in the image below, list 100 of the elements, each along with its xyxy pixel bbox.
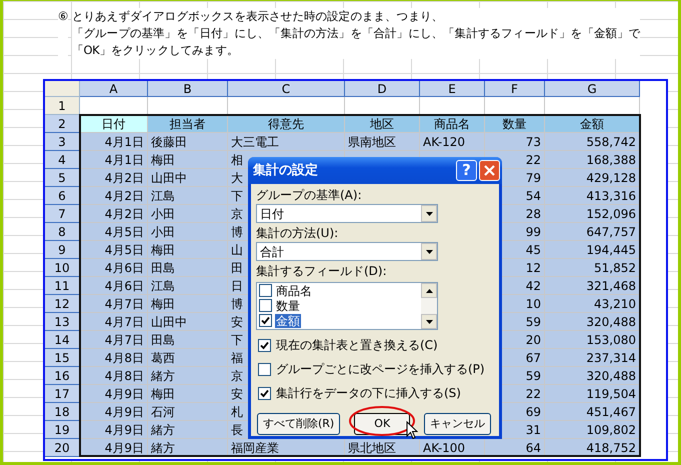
dropdown[interactable]: 日付 [256,204,438,223]
row-header[interactable]: 7 [45,205,80,223]
table-cell: 梅田 [148,241,228,259]
table-cell: 4月7日 [80,313,148,331]
dialog-button[interactable]: すべて削除(R) [257,413,340,436]
table-cell: 石河 [148,403,228,421]
checkbox[interactable] [259,299,272,312]
table-cell: 237,314 [545,349,640,367]
table-cell: 4月1日 [80,133,148,151]
column-header[interactable]: A [80,81,148,97]
table-cell: 田島 [148,259,228,277]
table-cell: 江島 [148,277,228,295]
checkbox[interactable] [258,362,271,376]
table-cell: 担当者 [148,115,228,133]
help-button[interactable]: ? [456,160,477,181]
checkmark-icon [261,316,270,325]
row-header[interactable]: 3 [45,133,80,151]
table-cell: 320,488 [545,367,640,385]
row-header[interactable]: 13 [45,313,80,331]
checkbox[interactable] [258,338,271,352]
mouse-cursor-icon [406,421,418,440]
field-label: 集計の方法(U): [256,225,340,242]
table-cell: 4月5日 [80,241,148,259]
table-cell: 県南地区 [345,133,420,151]
table-cell: 田島 [148,331,228,349]
column-header[interactable]: E [420,81,485,97]
table-cell: 4月8日 [80,367,148,385]
row-header[interactable]: 11 [45,277,80,295]
row-header[interactable]: 5 [45,169,80,187]
row-header[interactable]: 6 [45,187,80,205]
table-cell: 321,468 [545,277,640,295]
column-header[interactable]: B [148,81,228,97]
table-cell: 緒方 [148,421,228,439]
table-cell: 4月2日 [80,205,148,223]
checkmark-icon [260,388,269,398]
row-header[interactable]: 19 [45,421,80,439]
row-header[interactable]: 2 [45,115,80,133]
row-header[interactable]: 15 [45,349,80,367]
table-cell: 大三電工 [228,133,345,151]
table-cell: 梅田 [148,385,228,403]
dropdown[interactable]: 合計 [256,242,438,261]
table-cell: 4月1日 [80,151,148,169]
table-cell: 451,467 [545,403,640,421]
table-cell: 緒方 [148,367,228,385]
row-header[interactable]: 20 [45,439,80,457]
row-header[interactable]: 18 [45,403,80,421]
row-header[interactable]: 10 [45,259,80,277]
instruction-text: とりあえずダイアログボックスを表示させた時の設定のまま、つまり、 [72,8,640,25]
column-header[interactable]: F [485,81,545,97]
table-cell: 43,210 [545,295,640,313]
row-header[interactable]: 8 [45,223,80,241]
table-cell: 73 [485,133,545,151]
table-cell: 江島 [148,187,228,205]
field-list[interactable]: 商品名 数量 金額 [256,282,438,330]
checkmark-icon [260,340,269,350]
table-cell: 梅田 [148,151,228,169]
column-header[interactable]: C [228,81,345,97]
checkbox[interactable] [258,386,271,400]
table-cell: AK-120 [420,133,485,151]
table-cell: 320,488 [545,313,640,331]
table-cell: 得意先 [228,115,345,133]
row-header[interactable]: 12 [45,295,80,313]
table-cell: 後藤田 [148,133,228,151]
checkbox[interactable] [259,314,272,327]
table-cell: 4月2日 [80,187,148,205]
scrollbar[interactable] [421,283,437,329]
column-header[interactable]: D [345,81,420,97]
instruction-text: 「グループの基準」を「日付」にし、「集計の方法」を「合計」にし、「集計するフィールド」を「金額」で [72,25,640,42]
close-button[interactable] [479,160,500,181]
row-header[interactable]: 9 [45,241,80,259]
instruction-text: 「OK」をクリックしてみます。 [72,42,640,59]
row-header[interactable]: 1 [45,97,80,115]
row-header[interactable]: 14 [45,331,80,349]
table-cell: 山田中 [148,169,228,187]
table-cell: 4月5日 [80,223,148,241]
row-header[interactable]: 16 [45,367,80,385]
table-cell: 小田 [148,223,228,241]
table-cell: 109,802 [545,421,640,439]
table-cell: 153,080 [545,331,640,349]
row-header[interactable]: 17 [45,385,80,403]
table-cell: 194,445 [545,241,640,259]
table-cell: 119,504 [545,385,640,403]
checkbox[interactable] [259,284,272,297]
table-cell: 商品名 [420,115,485,133]
table-cell: 152,096 [545,205,640,223]
table-cell: 金額 [545,115,640,133]
dialog-button[interactable]: キャンセル [424,413,492,436]
table-cell: 山田中 [148,313,228,331]
table-cell: 葛西 [148,349,228,367]
table-cell: 地区 [345,115,420,133]
table-cell: 小田 [148,205,228,223]
table-cell: 4月9日 [80,385,148,403]
table-cell: 4月7日 [80,331,148,349]
table-cell: 4月9日 [80,403,148,421]
table-cell: 558,742 [545,133,640,151]
close-icon [484,165,495,176]
column-header[interactable]: G [545,81,640,97]
row-header[interactable]: 4 [45,151,80,169]
table-cell: 413,316 [545,187,640,205]
table-cell: 4月2日 [80,169,148,187]
